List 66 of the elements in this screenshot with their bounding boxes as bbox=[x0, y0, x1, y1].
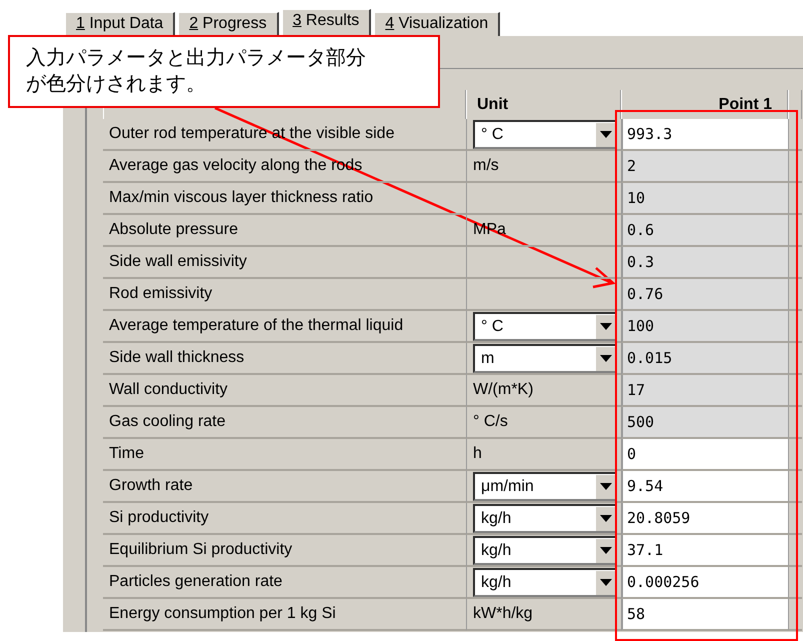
caret-icon bbox=[600, 131, 612, 138]
value-cell: 10 bbox=[621, 183, 788, 215]
value-cell: 0.3 bbox=[621, 247, 788, 279]
unit-dropdown[interactable]: kg/h bbox=[473, 504, 617, 533]
unit-dropdown[interactable]: ° C bbox=[473, 312, 617, 341]
parameter-name: Side wall emissivity bbox=[103, 247, 466, 279]
caret-icon bbox=[600, 355, 612, 362]
unit-dropdown[interactable]: ° C bbox=[473, 120, 617, 149]
value-cell[interactable]: 0 bbox=[621, 439, 788, 471]
caret-icon bbox=[600, 579, 612, 586]
value-cell[interactable]: 0.000256 bbox=[621, 567, 788, 599]
table-cell bbox=[788, 311, 802, 343]
table-cell bbox=[788, 151, 802, 183]
value-cell[interactable]: 993.3 bbox=[621, 119, 788, 151]
tab[interactable]: 1 Input Data bbox=[65, 12, 176, 36]
parameter-name: Growth rate bbox=[103, 471, 466, 503]
parameter-name: Side wall thickness bbox=[103, 343, 466, 375]
value-cell: 0.6 bbox=[621, 215, 788, 247]
table-cell bbox=[788, 183, 802, 215]
table-cell bbox=[788, 119, 802, 151]
value-cell[interactable]: 9.54 bbox=[621, 471, 788, 503]
parameter-name: Max/min viscous layer thickness ratio bbox=[103, 183, 466, 215]
parameter-name: Equilibrium Si productivity bbox=[103, 535, 466, 567]
table-cell bbox=[788, 279, 802, 311]
tab[interactable]: 4 Visualization bbox=[374, 12, 500, 36]
caret-icon bbox=[600, 547, 612, 554]
table-cell bbox=[788, 471, 802, 503]
tab[interactable]: 2 Progress bbox=[178, 12, 279, 36]
unit-dropdown[interactable]: m bbox=[473, 344, 617, 373]
table-cell bbox=[788, 407, 802, 439]
column-header: Unit bbox=[466, 90, 621, 119]
value-cell: 100 bbox=[621, 311, 788, 343]
parameter-name: Gas cooling rate bbox=[103, 407, 466, 439]
parameter-name: Time bbox=[103, 439, 466, 471]
unit-dropdown[interactable]: μm/min bbox=[473, 472, 617, 501]
parameter-name: Wall conductivity bbox=[103, 375, 466, 407]
unit-dropdown[interactable]: kg/h bbox=[473, 536, 617, 565]
unit-dropdown[interactable]: kg/h bbox=[473, 568, 617, 597]
value-cell: 0.76 bbox=[621, 279, 788, 311]
table-cell bbox=[788, 343, 802, 375]
table-cell bbox=[788, 599, 802, 631]
callout-text: 入力パラメータと出力パラメータ部分 が色分けされます。 bbox=[8, 35, 440, 108]
parameter-name: Rod emissivity bbox=[103, 279, 466, 311]
value-cell[interactable]: 58 bbox=[621, 599, 788, 631]
parameter-name: Average temperature of the thermal liquid bbox=[103, 311, 466, 343]
value-cell[interactable]: 37.1 bbox=[621, 535, 788, 567]
parameter-name: Absolute pressure bbox=[103, 215, 466, 247]
value-cell: 500 bbox=[621, 407, 788, 439]
table-cell bbox=[788, 439, 802, 471]
value-cell[interactable]: 20.8059 bbox=[621, 503, 788, 535]
parameter-name: Particles generation rate bbox=[103, 567, 466, 599]
table-cell bbox=[788, 215, 802, 247]
parameter-name: Si productivity bbox=[103, 503, 466, 535]
table-cell bbox=[788, 503, 802, 535]
caret-icon bbox=[600, 515, 612, 522]
parameter-name: Energy consumption per 1 kg Si bbox=[103, 599, 466, 631]
value-cell: 2 bbox=[621, 151, 788, 183]
caret-icon bbox=[600, 323, 612, 330]
value-cell: 17 bbox=[621, 375, 788, 407]
value-cell: 0.015 bbox=[621, 343, 788, 375]
table-cell bbox=[788, 535, 802, 567]
table-cell bbox=[788, 567, 802, 599]
table-cell bbox=[788, 375, 802, 407]
tab[interactable]: 3 Results bbox=[282, 9, 372, 36]
table-cell bbox=[788, 247, 802, 279]
caret-icon bbox=[600, 483, 612, 490]
